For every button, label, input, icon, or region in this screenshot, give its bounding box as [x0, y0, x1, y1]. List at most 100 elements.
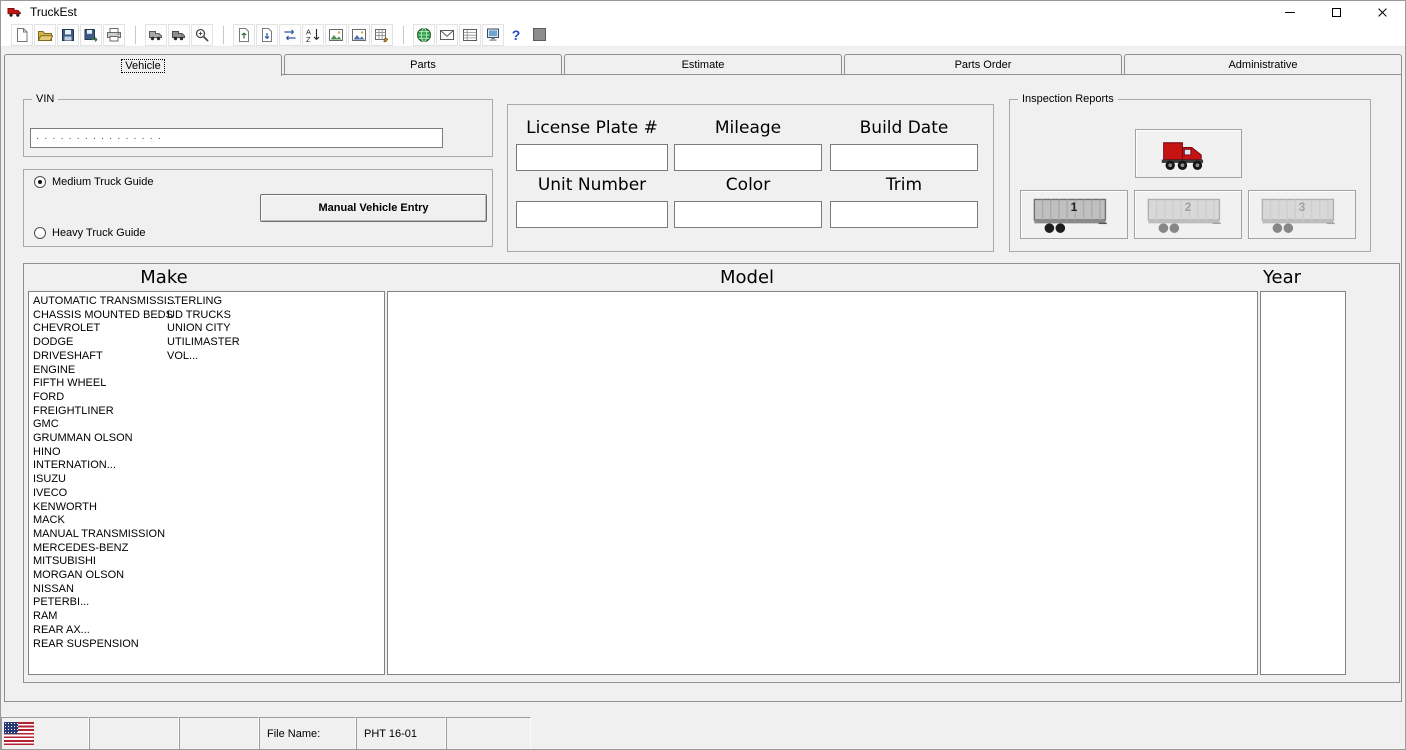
- make-item[interactable]: UNION CITY: [167, 322, 297, 336]
- status-bar: File Name: PHT 16-01: [1, 717, 1405, 750]
- make-item[interactable]: GMC: [33, 418, 163, 432]
- tab-administrative[interactable]: Administrative: [1124, 54, 1402, 74]
- title-bar: TruckEst: [1, 1, 1405, 23]
- app-truck-icon: [7, 5, 25, 19]
- maximize-button[interactable]: [1313, 1, 1359, 23]
- inspection-truck-button[interactable]: [1135, 129, 1242, 178]
- license-plate-input[interactable]: [516, 144, 668, 171]
- computer-icon[interactable]: [482, 24, 504, 46]
- status-cell-3: [179, 717, 259, 750]
- make-item[interactable]: MANUAL TRANSMISSION: [33, 528, 163, 542]
- medium-truck-guide-label: Medium Truck Guide: [52, 176, 153, 188]
- inspection-trailer-3-button[interactable]: 3: [1248, 190, 1356, 239]
- make-item[interactable]: VOL...: [167, 350, 297, 364]
- minimize-icon: [1285, 12, 1295, 13]
- make-item[interactable]: FREIGHTLINER: [33, 405, 163, 419]
- heavy-truck-guide-label: Heavy Truck Guide: [52, 227, 146, 239]
- make-item[interactable]: CHEVROLET: [33, 322, 163, 336]
- globe-icon[interactable]: [413, 24, 435, 46]
- status-cell-flag: [1, 717, 89, 750]
- make-item[interactable]: CHASSIS MOUNTED BEDS: [33, 309, 163, 323]
- tab-parts-label: Parts: [410, 59, 436, 71]
- truck-guide-group: Medium Truck Guide Heavy Truck Guide Man…: [23, 169, 493, 247]
- unit-number-input[interactable]: [516, 201, 668, 228]
- trim-input[interactable]: [830, 201, 978, 228]
- print-icon[interactable]: [103, 24, 125, 46]
- make-item[interactable]: UTILIMASTER: [167, 336, 297, 350]
- table-edit-icon[interactable]: [371, 24, 393, 46]
- zoom-icon[interactable]: [191, 24, 213, 46]
- make-item[interactable]: ENGINE: [33, 364, 163, 378]
- make-item[interactable]: REAR SUSPENSION: [33, 638, 163, 652]
- make-item[interactable]: STERLING: [167, 295, 297, 309]
- make-item[interactable]: IVECO: [33, 487, 163, 501]
- mileage-input[interactable]: [674, 144, 822, 171]
- make-item[interactable]: RAM: [33, 610, 163, 624]
- make-item[interactable]: MERCEDES-BENZ: [33, 542, 163, 556]
- open-folder-icon[interactable]: [34, 24, 56, 46]
- model-list[interactable]: [387, 291, 1258, 675]
- toolbar-separator: [135, 26, 136, 44]
- radio-heavy-truck-guide[interactable]: Heavy Truck Guide: [34, 227, 146, 239]
- new-document-icon[interactable]: [11, 24, 33, 46]
- make-item[interactable]: PETERBI...: [33, 596, 163, 610]
- save-icon[interactable]: [57, 24, 79, 46]
- image-alt-icon[interactable]: [348, 24, 370, 46]
- make-item[interactable]: NISSAN: [33, 583, 163, 597]
- make-item[interactable]: KENWORTH: [33, 501, 163, 515]
- make-item[interactable]: DODGE: [33, 336, 163, 350]
- trailer-number: 3: [1299, 200, 1306, 214]
- make-item[interactable]: MITSUBISHI: [33, 555, 163, 569]
- help-icon[interactable]: ?: [505, 24, 527, 46]
- radio-medium-truck-guide[interactable]: Medium Truck Guide: [34, 176, 153, 188]
- close-button[interactable]: [1359, 1, 1405, 23]
- make-item[interactable]: MACK: [33, 514, 163, 528]
- vehicle-selector: Make Model Year AUTOMATIC TRANSMISSI...C…: [23, 263, 1400, 683]
- vehicle-details-group: License Plate # Mileage Build Date Unit …: [507, 104, 994, 252]
- truck-side-icon[interactable]: [168, 24, 190, 46]
- year-header: Year: [1212, 267, 1352, 288]
- color-swatch-icon[interactable]: [528, 24, 550, 46]
- mileage-label: Mileage: [674, 118, 822, 138]
- make-header: Make: [94, 267, 234, 288]
- save-export-icon[interactable]: [80, 24, 102, 46]
- inspection-trailer-1-button[interactable]: 1: [1020, 190, 1128, 239]
- tab-vehicle[interactable]: Vehicle: [4, 54, 282, 76]
- sort-az-icon[interactable]: AZ: [302, 24, 324, 46]
- truck-front-icon[interactable]: [145, 24, 167, 46]
- make-item[interactable]: HINO: [33, 446, 163, 460]
- year-list[interactable]: [1260, 291, 1346, 675]
- main-toolbar: AZ ?: [1, 23, 1405, 47]
- manual-vehicle-entry-button[interactable]: Manual Vehicle Entry: [260, 194, 487, 222]
- list-view-icon[interactable]: [459, 24, 481, 46]
- tab-parts[interactable]: Parts: [284, 54, 562, 74]
- color-input[interactable]: [674, 201, 822, 228]
- tab-estimate[interactable]: Estimate: [564, 54, 842, 74]
- vin-input[interactable]: [30, 128, 443, 148]
- tab-parts-order[interactable]: Parts Order: [844, 54, 1122, 74]
- make-list[interactable]: AUTOMATIC TRANSMISSI...CHASSIS MOUNTED B…: [28, 291, 385, 675]
- inspection-trailer-2-button[interactable]: 2: [1134, 190, 1242, 239]
- mail-icon[interactable]: [436, 24, 458, 46]
- make-item[interactable]: FIFTH WHEEL: [33, 377, 163, 391]
- build-date-input[interactable]: [830, 144, 978, 171]
- doc-import-icon[interactable]: [256, 24, 278, 46]
- toolbar-separator: [223, 26, 224, 44]
- doc-export-icon[interactable]: [233, 24, 255, 46]
- make-item[interactable]: UD TRUCKS: [167, 309, 297, 323]
- image-icon[interactable]: [325, 24, 347, 46]
- make-item[interactable]: REAR AX...: [33, 624, 163, 638]
- make-item[interactable]: AUTOMATIC TRANSMISSI...: [33, 295, 163, 309]
- make-item[interactable]: MORGAN OLSON: [33, 569, 163, 583]
- make-item[interactable]: GRUMMAN OLSON: [33, 432, 163, 446]
- transfer-icon[interactable]: [279, 24, 301, 46]
- make-item[interactable]: INTERNATION...: [33, 459, 163, 473]
- minimize-button[interactable]: [1267, 1, 1313, 23]
- swatch: [533, 28, 546, 41]
- make-item[interactable]: DRIVESHAFT: [33, 350, 163, 364]
- app-window: TruckEst: [0, 0, 1406, 750]
- window-title: TruckEst: [30, 5, 77, 19]
- make-list-column-1: AUTOMATIC TRANSMISSI...CHASSIS MOUNTED B…: [33, 295, 163, 651]
- make-item[interactable]: FORD: [33, 391, 163, 405]
- make-item[interactable]: ISUZU: [33, 473, 163, 487]
